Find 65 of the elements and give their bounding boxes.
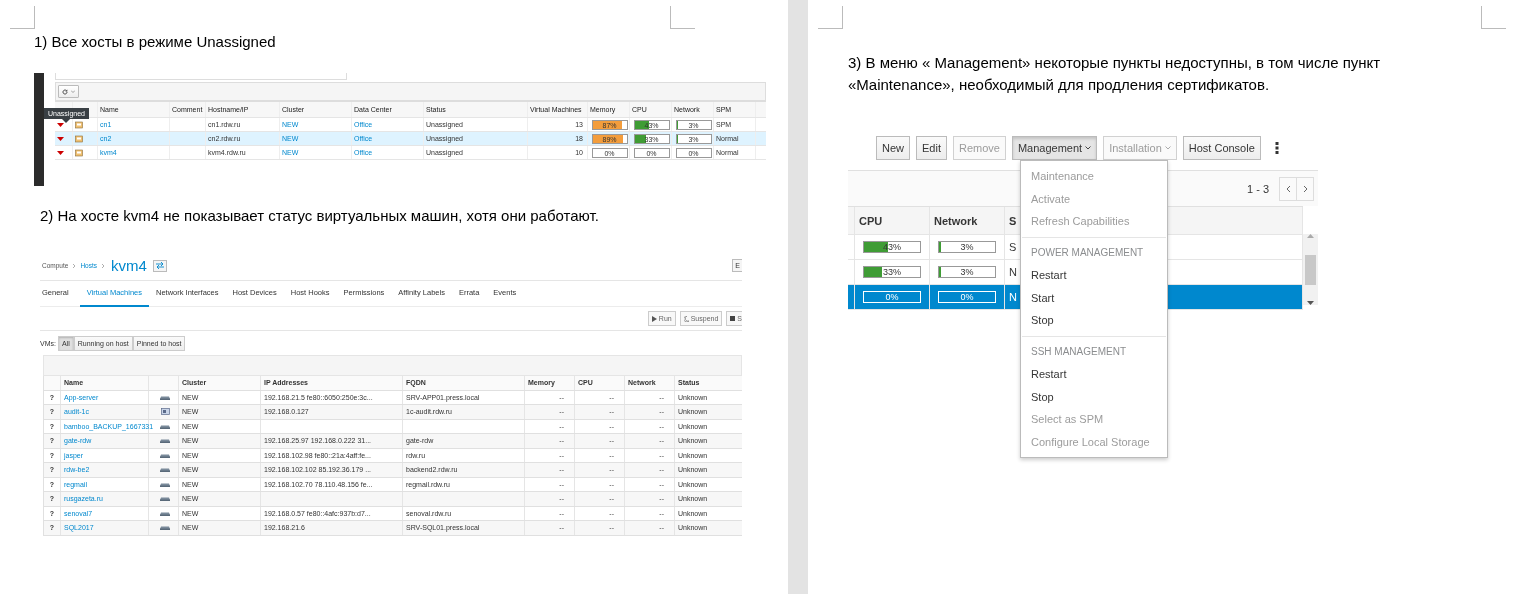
server-icon — [160, 438, 170, 444]
scrollbar-thumb[interactable] — [1305, 254, 1316, 285]
tooltip-pointer-icon — [62, 119, 71, 123]
chevron-left-icon — [1285, 184, 1291, 193]
corner-mark — [10, 6, 35, 29]
toolbar-button[interactable]: New — [876, 136, 910, 160]
server-icon — [160, 525, 170, 531]
usage-value: 0% — [884, 292, 900, 302]
host-icon — [75, 134, 83, 143]
table-cell: N — [1009, 291, 1017, 303]
server-icon — [160, 394, 170, 400]
column-header: CPU — [859, 214, 883, 227]
server-icon — [160, 423, 170, 429]
kebab-icon — [1274, 141, 1279, 155]
server-icon — [160, 481, 170, 487]
host-icon — [75, 120, 83, 129]
scroll-down-icon — [1307, 301, 1314, 305]
server-icon — [160, 467, 170, 473]
menu-item[interactable]: Stop — [1021, 385, 1167, 408]
swap-icon — [155, 262, 164, 269]
swap-button[interactable] — [152, 259, 167, 272]
corner-mark — [1481, 6, 1506, 29]
usage-value: 3% — [959, 242, 975, 252]
page-title: kvm4 — [111, 257, 147, 274]
heading: 3) В меню « Management» некоторые пункты недоступны, в том числе пункт «Maintenance», необходимый для продления сертификатов. — [848, 53, 1382, 95]
caret-icon — [57, 136, 64, 141]
scroll-up-icon — [1307, 234, 1314, 238]
heading: 2) На хосте kvm4 не показывает статус виртуальных машин, хотя они работают. — [40, 206, 600, 226]
chevron-right-icon — [1302, 184, 1308, 193]
menu-item[interactable]: Restart — [1021, 264, 1167, 287]
server-icon — [160, 496, 170, 502]
table-cell: S — [1009, 241, 1017, 253]
usage-value: 33% — [882, 267, 902, 277]
caret-icon — [57, 150, 64, 155]
monitor-icon — [160, 408, 170, 416]
corner-mark — [670, 6, 695, 29]
page-range: 1 - 3 — [1247, 182, 1269, 195]
corner-mark — [818, 6, 843, 29]
toolbar-button[interactable]: Host Console — [1182, 136, 1261, 160]
caret-icon — [71, 90, 75, 93]
menu-item[interactable]: Stop — [1021, 309, 1167, 332]
refresh-icon — [62, 88, 68, 95]
server-icon — [160, 452, 170, 458]
scrollbar[interactable] — [1303, 234, 1318, 305]
menu-section-header: POWER MANAGEMENT — [1030, 246, 1145, 261]
moon-icon — [683, 315, 689, 322]
caret-icon — [57, 122, 64, 127]
stop-icon — [730, 316, 736, 321]
column-header: S — [1009, 214, 1017, 227]
refresh-button[interactable] — [58, 85, 79, 98]
table-cell: N — [1009, 266, 1017, 278]
column-header: Network — [934, 214, 978, 227]
play-icon — [651, 315, 657, 322]
chevron-icon — [101, 262, 105, 269]
usage-value: 3% — [959, 267, 975, 277]
heading: 1) Все хосты в режиме Unassigned — [34, 32, 277, 52]
server-icon — [160, 510, 170, 516]
chevron-icon — [72, 262, 77, 269]
menu-item[interactable]: Start — [1021, 286, 1167, 309]
menu-item[interactable]: Restart — [1021, 363, 1167, 386]
menu-section-header: SSH MANAGEMENT — [1030, 345, 1127, 360]
usage-value: 0% — [959, 292, 975, 302]
toolbar-button[interactable]: Management — [1011, 136, 1098, 160]
host-icon — [75, 148, 83, 157]
toolbar-button[interactable]: Edit — [916, 136, 947, 160]
